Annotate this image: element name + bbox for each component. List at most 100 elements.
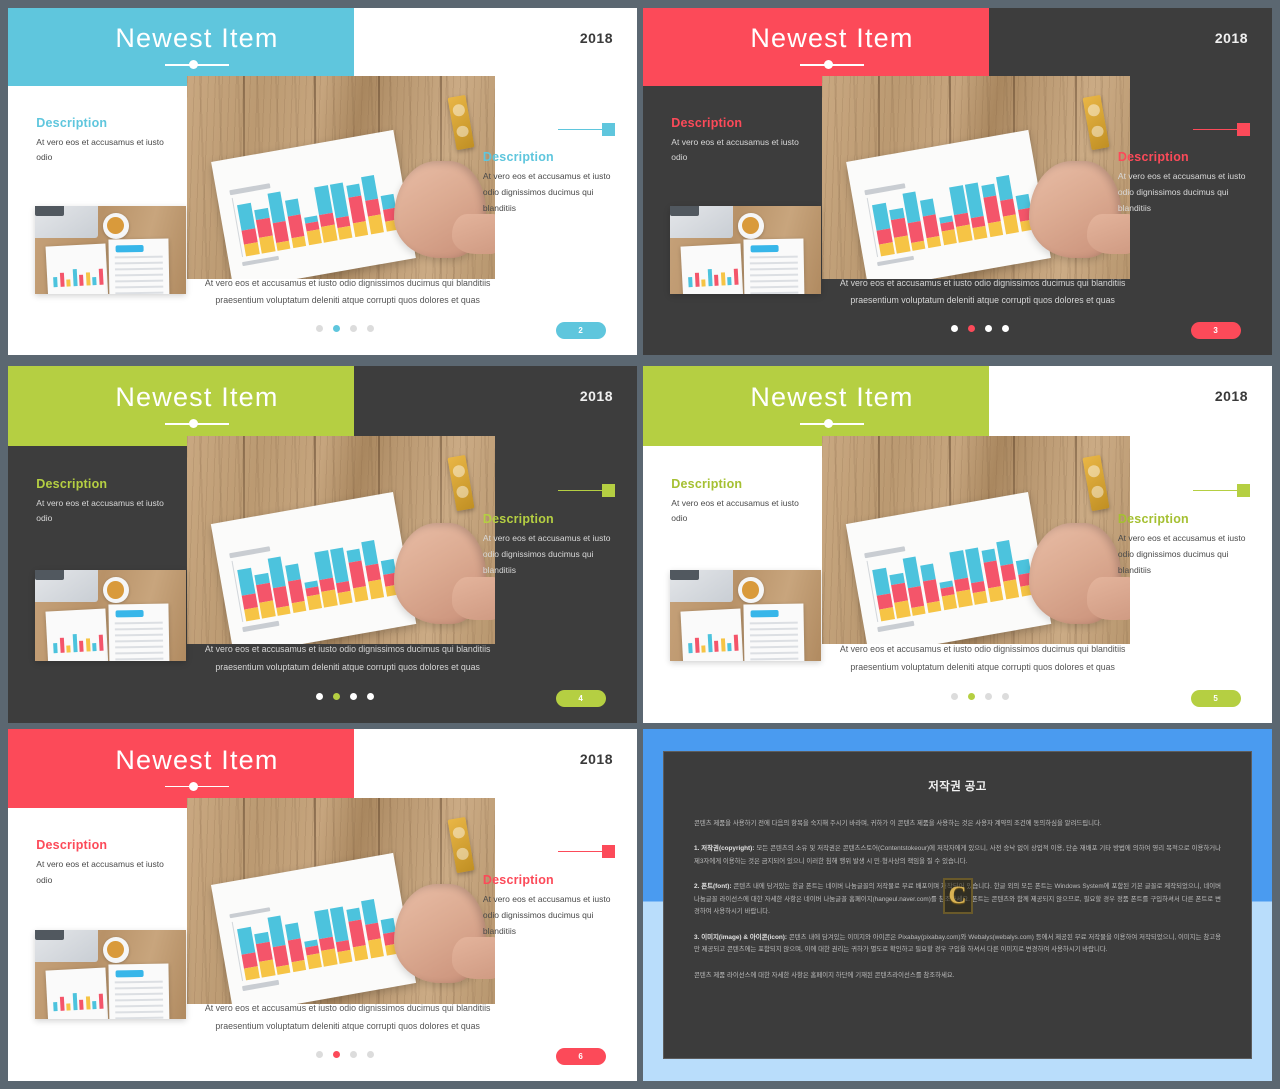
desc-left-heading: Description [671,115,743,130]
notice-footer: 콘텐츠 제품 라이선스에 대한 자세한 사항은 홈페이지 하단에 기재된 콘텐츠… [694,971,955,979]
desc-left-heading: Description [36,476,108,491]
dot[interactable] [984,692,992,700]
slide-5-header-band: Newest Item [8,729,354,809]
dot[interactable] [984,325,992,333]
dot-active[interactable] [332,692,340,700]
desc-left-body: At vero eos et accusamus et iusto odio [671,136,799,163]
notice-section-1-label: 1. 저작권(copyright): [694,845,755,853]
slide-5-title: Newest Item [115,744,279,775]
notice-section-2-label: 2. 폰트(font): [694,883,732,891]
slide-1-connector [558,122,615,136]
slide-5[interactable]: Newest Item 2018 Description At vero eos… [8,729,637,1081]
title-divider-icon [164,60,229,70]
slide-4-page-badge[interactable]: 5 [1190,689,1241,707]
slide-2-thumb-photo [670,205,821,295]
desc-left-heading: Description [671,476,743,491]
dot-active[interactable] [967,325,975,333]
slide-1-pagination-dots[interactable] [8,325,637,333]
connector-square-icon [602,845,615,859]
slide-3[interactable]: Newest Item 2018 Description At vero eos… [8,366,637,723]
slide-5-desc-left: Description At vero eos et accusamus et … [36,838,181,888]
slide-1-desc-left: Description At vero eos et accusamus et … [36,116,181,166]
slide-3-thumb-photo [35,569,186,661]
dot[interactable] [366,1051,374,1059]
dot[interactable] [1001,325,1009,333]
slide-1-main-photo [187,75,496,279]
slide-4-connector [1193,483,1250,497]
dot-active[interactable] [332,1051,340,1059]
desc-right-heading: Description [482,150,554,165]
notice-section-3: 3. 이미지(image) & 아이콘(icon): 콘텐츠 내에 담겨있는 이… [694,932,1221,957]
dot[interactable] [315,325,323,333]
desc-right-body: At vero eos et accusamus et iusto odio d… [1117,171,1246,213]
dot[interactable] [366,692,374,700]
dot-active[interactable] [332,325,340,333]
hand-fist [393,884,496,983]
paper-clip-icon [447,94,476,150]
slide-4[interactable]: Newest Item 2018 Description At vero eos… [643,366,1272,723]
dot[interactable] [950,325,958,333]
title-divider-icon [164,781,229,791]
slide-2-desc-left: Description At vero eos et accusamus et … [671,116,816,166]
slide-2[interactable]: Newest Item 2018 Description At vero eos… [643,8,1272,355]
slide-3-caption: At vero eos et accusamus et iusto odio d… [204,644,491,672]
slide-4-thumb-photo [670,569,821,661]
copyright-watermark-icon: C [942,877,973,914]
slide-1-page-badge[interactable]: 2 [555,322,606,340]
paper-clip-icon [1082,455,1111,512]
slide-cell-4: Newest Item 2018 Description At vero eos… [640,363,1280,726]
slide-5-connector [558,845,615,859]
slide-2-pagination-dots[interactable] [643,325,1272,333]
dot[interactable] [315,692,323,700]
slide-4-desc-right: Description At vero eos et accusamus et … [1118,512,1250,578]
slide-4-year: 2018 [1214,388,1248,404]
connector-square-icon [602,483,615,497]
notice-section-1-text: 모든 콘텐츠의 소유 및 저작권은 콘텐츠스토어(Contentstokeour… [694,845,1221,865]
connector-square-icon [1237,483,1250,497]
slide-1-caption: At vero eos et accusamus et iusto odio d… [204,277,491,306]
dot[interactable] [1001,692,1009,700]
slide-4-caption: At vero eos et accusamus et iusto odio d… [839,644,1126,672]
dot[interactable] [366,325,374,333]
hand-fist [393,160,496,259]
slide-3-pagination-dots[interactable] [8,692,637,700]
slide-1-desc-right: Description At vero eos et accusamus et … [483,150,615,216]
desc-right-heading: Description [482,512,554,527]
slide-cell-5: Newest Item 2018 Description At vero eos… [0,726,640,1089]
desc-right-heading: Description [1117,512,1189,527]
slide-1-title: Newest Item [115,23,279,54]
notice-intro: 콘텐츠 제품을 사용하기 전에 다음의 항목을 숙지해 주시기 바라며, 귀하가… [694,820,1102,827]
slide-5-page-badge[interactable]: 6 [555,1048,606,1066]
desc-right-body: At vero eos et accusamus et iusto odio d… [482,894,611,936]
dot[interactable] [349,692,357,700]
slide-2-main-photo [822,75,1131,279]
slide-5-pagination-dots[interactable] [8,1051,637,1059]
dot[interactable] [315,1051,323,1059]
slide-4-pagination-dots[interactable] [643,692,1272,700]
dot[interactable] [349,1051,357,1059]
slide-2-page-badge[interactable]: 3 [1190,322,1241,340]
dot-active[interactable] [967,692,975,700]
desc-left-heading: Description [36,838,108,853]
paper-clip-icon [1082,94,1111,150]
desc-right-heading: Description [482,873,554,888]
dot[interactable] [349,325,357,333]
notice-body: 저작권 공고 콘텐츠 제품을 사용하기 전에 다음의 항목을 숙지해 주시기 바… [663,751,1252,1059]
slide-3-desc-left: Description At vero eos et accusamus et … [36,477,181,527]
notice-section-1: 1. 저작권(copyright): 모든 콘텐츠의 소유 및 저작권은 콘텐츠… [694,843,1221,868]
connector-square-icon [602,122,615,136]
slide-5-desc-right: Description At vero eos et accusamus et … [483,873,615,939]
dot[interactable] [950,692,958,700]
slide-3-year: 2018 [579,388,613,404]
slide-1-header-band: Newest Item [8,8,354,87]
slide-4-main-photo [822,435,1131,645]
slide-1[interactable]: Newest Item 2018 Description At vero eos… [8,8,637,355]
slide-3-page-badge[interactable]: 4 [555,689,606,707]
hand-fist [1028,523,1131,624]
slide-4-title: Newest Item [750,382,914,413]
connector-square-icon [1237,122,1250,136]
desc-right-body: At vero eos et accusamus et iusto odio d… [1117,533,1246,575]
slide-3-header-band: Newest Item [8,366,354,447]
slide-3-connector [558,483,615,497]
desc-left-body: At vero eos et accusamus et iusto odio [36,136,164,163]
